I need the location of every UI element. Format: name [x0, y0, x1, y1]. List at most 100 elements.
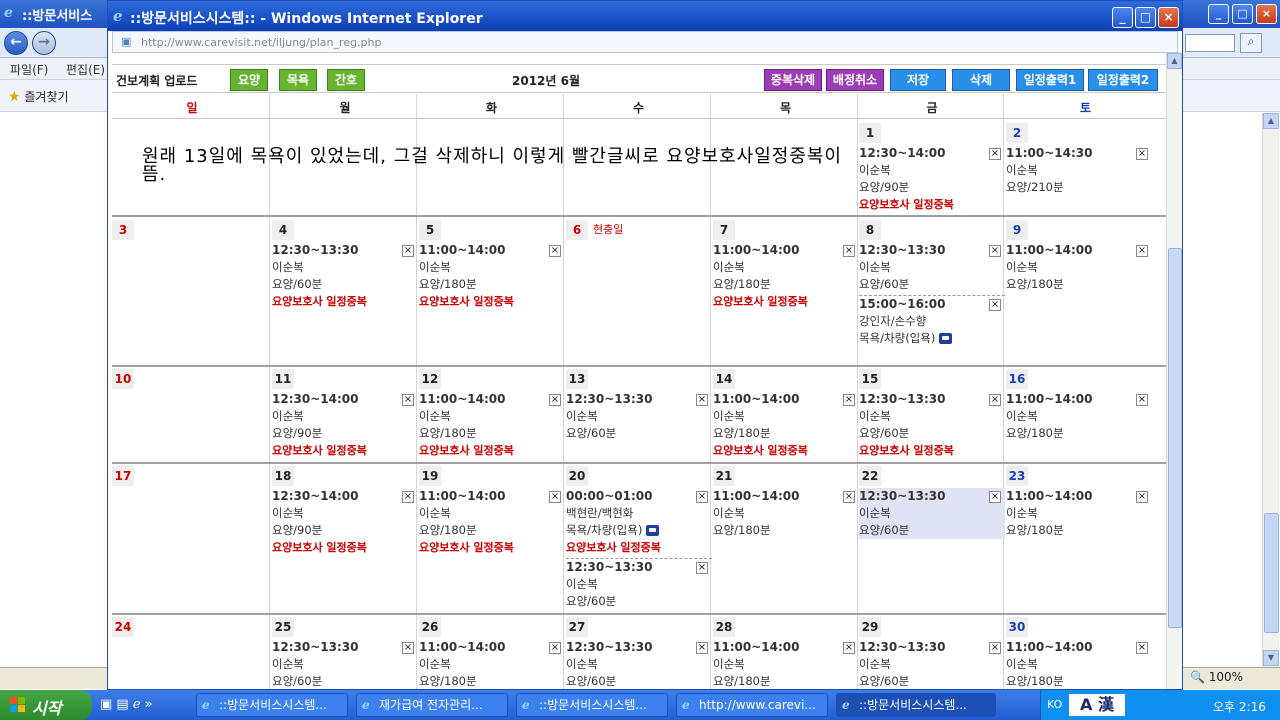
save-button[interactable]: 저장	[890, 69, 946, 91]
scroll-up-button[interactable]: ▲	[1167, 53, 1182, 69]
schedule-entry[interactable]: 11:00~14:00 이순복 요양/180분 ×	[713, 488, 859, 539]
remove-entry-button[interactable]: ×	[843, 491, 855, 503]
print-schedule-2-button[interactable]: 일정출력2	[1088, 69, 1158, 91]
remove-entry-button[interactable]: ×	[989, 491, 1001, 503]
schedule-entry[interactable]: 11:00~14:00 이순복 요양/180분 요양보호사 일정중복 ×	[713, 391, 859, 459]
remove-entry-button[interactable]: ×	[549, 642, 561, 654]
print-schedule-1-button[interactable]: 일정출력1	[1016, 69, 1084, 91]
remove-entry-button[interactable]: ×	[989, 148, 1001, 160]
mogyok-button[interactable]: 목욕	[279, 69, 317, 91]
remove-entry-button[interactable]: ×	[843, 642, 855, 654]
schedule-entry[interactable]: 12:30~14:00 이순복 요양/90분 요양보호사 일정중복 ×	[272, 488, 418, 556]
schedule-entry[interactable]: 12:30~13:30 이순복 요양/60분 ×	[859, 639, 1005, 689]
language-indicator[interactable]: KO	[1047, 698, 1062, 711]
scroll-down-button[interactable]: ▼	[1263, 650, 1279, 666]
background-window-title: ::방문서비스	[22, 9, 93, 24]
schedule-entry[interactable]: 00:00~01:00 백현란/백현화 목욕/차량(입욕) 요양보호사 일정중복…	[566, 488, 712, 556]
scroll-up-button[interactable]: ▲	[1263, 113, 1279, 129]
remove-entry-button[interactable]: ×	[989, 299, 1001, 311]
background-scrollbar[interactable]: ▲ ▼	[1262, 113, 1279, 667]
remove-entry-button[interactable]: ×	[989, 394, 1001, 406]
search-box[interactable]	[1185, 34, 1235, 52]
entry-service: 요양/180분	[713, 523, 771, 537]
remove-entry-button[interactable]: ×	[1136, 394, 1148, 406]
taskbar-item[interactable]: e 재가급여 전자관리...	[356, 693, 508, 717]
taskbar-item-active[interactable]: e::방문서비스시스템...	[836, 693, 996, 717]
schedule-entry[interactable]: 11:00~14:00 이순복 요양/180분 요양보호사 일정중복 ×	[713, 242, 859, 310]
taskbar-item[interactable]: e::방문서비스시스템...	[196, 693, 348, 717]
popup-maximize-button[interactable]: □	[1135, 7, 1156, 28]
schedule-entry[interactable]: 12:30~13:30 이순복 요양/60분 요양보호사 일정중복 ×	[859, 391, 1005, 459]
maximize-button[interactable]: □	[1232, 4, 1253, 24]
start-button[interactable]: 시작	[0, 690, 92, 720]
schedule-entry[interactable]: 11:00~14:00 이순복 요양/180분 ×	[1006, 488, 1152, 539]
back-button[interactable]: ←	[4, 31, 28, 55]
close-button[interactable]: ×	[1256, 4, 1277, 24]
ime-indicator[interactable]: A 漢	[1069, 694, 1125, 716]
remove-entry-button[interactable]: ×	[549, 394, 561, 406]
schedule-entry[interactable]: 12:30~13:30 이순복 요양/60분 요양보호사 일정중복 ×	[272, 242, 418, 310]
popup-titlebar[interactable]: e ::방문서비스시스템:: - Windows Internet Explor…	[108, 1, 1182, 31]
schedule-entry[interactable]: 11:00~14:00 이순복 요양/180분 ×	[1006, 391, 1152, 442]
ganho-button[interactable]: 간호	[327, 69, 365, 91]
delete-button[interactable]: 삭제	[952, 69, 1010, 91]
schedule-entry-selected[interactable]: 12:30~13:30 이순복 요양/60분 ×	[859, 488, 1005, 539]
schedule-entry[interactable]: 12:30~13:30 이순복 요양/60분 ×	[566, 639, 712, 689]
forward-button[interactable]: →	[32, 31, 56, 55]
duplicate-delete-button[interactable]: 중복삭제	[764, 69, 822, 91]
remove-entry-button[interactable]: ×	[989, 245, 1001, 257]
remove-entry-button[interactable]: ×	[989, 642, 1001, 654]
upload-label[interactable]: 건보계획 업로드	[116, 72, 197, 89]
schedule-entry[interactable]: 12:30~13:30 이순복 요양/60분 ×	[566, 558, 712, 610]
schedule-entry[interactable]: 12:30~13:30 이순복 요양/60분 ×	[859, 242, 1005, 293]
remove-entry-button[interactable]: ×	[549, 491, 561, 503]
quick-launch-icons[interactable]: ▣ ▤ ℯ »	[100, 697, 153, 712]
popup-minimize-button[interactable]: _	[1112, 7, 1133, 28]
remove-entry-button[interactable]: ×	[696, 642, 708, 654]
menu-edit[interactable]: 편집(E)	[66, 61, 105, 78]
remove-entry-button[interactable]: ×	[402, 642, 414, 654]
remove-entry-button[interactable]: ×	[1136, 148, 1148, 160]
zoom-level[interactable]: 🔍 100%	[1190, 670, 1243, 684]
schedule-entry[interactable]: 12:30~13:30 이순복 요양/60분 ×	[566, 391, 712, 442]
scroll-thumb[interactable]	[1264, 513, 1279, 633]
yoyang-button[interactable]: 요양	[230, 69, 268, 91]
remove-entry-button[interactable]: ×	[843, 394, 855, 406]
schedule-entry[interactable]: 12:30~14:00 이순복 요양/90분 요양보호사 일정중복 ×	[272, 391, 418, 459]
remove-entry-button[interactable]: ×	[402, 245, 414, 257]
remove-entry-button[interactable]: ×	[1136, 491, 1148, 503]
remove-entry-button[interactable]: ×	[696, 394, 708, 406]
assign-cancel-button[interactable]: 배정취소	[826, 69, 884, 91]
entry-caregiver: 이순복	[1006, 409, 1038, 423]
schedule-entry[interactable]: 11:00~14:00 이순복 요양/180분 ×	[713, 639, 859, 689]
taskbar-item[interactable]: e::방문서비스시스템...	[516, 693, 668, 717]
remove-entry-button[interactable]: ×	[1136, 642, 1148, 654]
remove-entry-button[interactable]: ×	[843, 245, 855, 257]
scroll-thumb[interactable]	[1168, 248, 1182, 628]
taskbar-item[interactable]: e http://www.carevi...	[676, 693, 828, 717]
schedule-entry[interactable]: 11:00~14:00 이순복 요양/180분 요양보호사 일정중복 ×	[419, 488, 565, 556]
schedule-entry[interactable]: 11:00~14:00 이순복 요양/180분 ×	[1006, 242, 1152, 293]
schedule-entry[interactable]: 11:00~14:00 이순복 요양/180분 요양보호사 일정중복 ×	[419, 242, 565, 310]
schedule-entry[interactable]: 11:00~14:30 이순복 요양/210분 ×	[1006, 145, 1152, 196]
favorites-button[interactable]: ★ 즐겨찾기	[8, 88, 69, 105]
schedule-entry[interactable]: 15:00~16:00 강인자/손수향 목욕/차량(입욕) ×	[859, 295, 1005, 347]
remove-entry-button[interactable]: ×	[549, 245, 561, 257]
schedule-entry[interactable]: 11:00~14:00 이순복 요양/180분 요양보호사 일정중복 ×	[419, 391, 565, 459]
remove-entry-button[interactable]: ×	[696, 491, 708, 503]
remove-entry-button[interactable]: ×	[402, 394, 414, 406]
schedule-entry[interactable]: 11:00~14:00 이순복 요양/180분 ×	[1006, 639, 1152, 689]
popup-scrollbar[interactable]: ▲	[1166, 53, 1182, 689]
schedule-entry[interactable]: 11:00~14:00 이순복 요양/180분 ×	[419, 639, 565, 689]
schedule-entry[interactable]: 12:30~13:30 이순복 요양/60분 ×	[272, 639, 418, 689]
entry-service: 요양/60분	[566, 594, 617, 608]
remove-entry-button[interactable]: ×	[696, 562, 708, 574]
menu-file[interactable]: 파일(F)	[10, 61, 48, 78]
search-icon[interactable]: ⌕	[1240, 33, 1262, 53]
minimize-button[interactable]: _	[1208, 4, 1229, 24]
popup-close-button[interactable]: ×	[1158, 7, 1179, 28]
schedule-entry[interactable]: 12:30~14:00 이순복 요양/90분 요양보호사 일정중복 ×	[859, 145, 1005, 213]
popup-address-bar[interactable]: ▣ http://www.carevisit.net/iljung/plan_r…	[112, 31, 1178, 53]
remove-entry-button[interactable]: ×	[1136, 245, 1148, 257]
remove-entry-button[interactable]: ×	[402, 491, 414, 503]
